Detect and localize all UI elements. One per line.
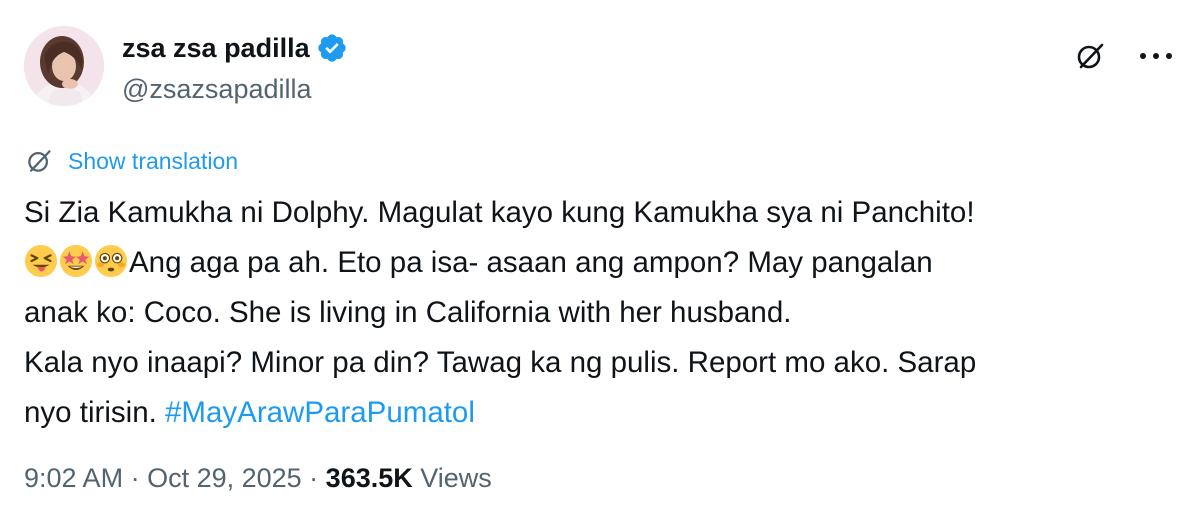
tweet-line-2: Ang aga pa ah. Eto pa isa- asaan ang amp… — [129, 246, 933, 279]
show-translation-link[interactable]: Show translation — [68, 148, 238, 175]
header-actions — [1072, 38, 1176, 74]
views-count: 363.5K — [325, 463, 413, 493]
tweet-line-5: nyo tirisin. — [24, 396, 165, 429]
display-name-row: zsa zsa padilla — [122, 30, 348, 66]
show-translation[interactable]: Show translation — [24, 145, 238, 177]
tweet-line-1: Si Zia Kamukha ni Dolphy. Magulat kayo k… — [24, 196, 975, 229]
grok-icon[interactable] — [1072, 38, 1108, 74]
views-label: Views — [412, 463, 492, 493]
tweet-line-3: anak ko: Coco. She is living in Californ… — [24, 296, 792, 329]
tweet-text: Si Zia Kamukha ni Dolphy. Magulat kayo k… — [24, 188, 1184, 438]
author-names: zsa zsa padilla @zsazsapadilla — [122, 30, 348, 105]
author-handle[interactable]: @zsazsapadilla — [122, 74, 348, 105]
tweet-card: zsa zsa padilla @zsazsapadilla Show tran… — [0, 0, 1200, 532]
tweet-time[interactable]: 9:02 AM — [24, 463, 123, 493]
avatar[interactable] — [24, 26, 104, 106]
meta-separator: · — [123, 463, 148, 493]
squinting-tongue-emoji-icon — [24, 244, 58, 278]
star-struck-emoji-icon — [59, 244, 93, 278]
verified-badge-icon[interactable] — [316, 32, 348, 64]
more-icon[interactable] — [1136, 38, 1176, 74]
tweet-meta: 9:02 AM · Oct 29, 2025 · 363.5K Views — [24, 463, 492, 494]
flushed-face-emoji-icon — [94, 244, 128, 278]
tweet-date[interactable]: Oct 29, 2025 — [147, 463, 302, 493]
hashtag-link[interactable]: #MayArawParaPumatol — [165, 396, 475, 429]
tweet-header: zsa zsa padilla @zsazsapadilla — [24, 26, 1176, 110]
display-name[interactable]: zsa zsa padilla — [122, 33, 310, 64]
profile-photo — [24, 26, 104, 106]
translate-icon — [24, 146, 54, 176]
meta-separator: · — [301, 463, 326, 493]
tweet-line-4: Kala nyo inaapi? Minor pa din? Tawag ka … — [24, 346, 977, 379]
